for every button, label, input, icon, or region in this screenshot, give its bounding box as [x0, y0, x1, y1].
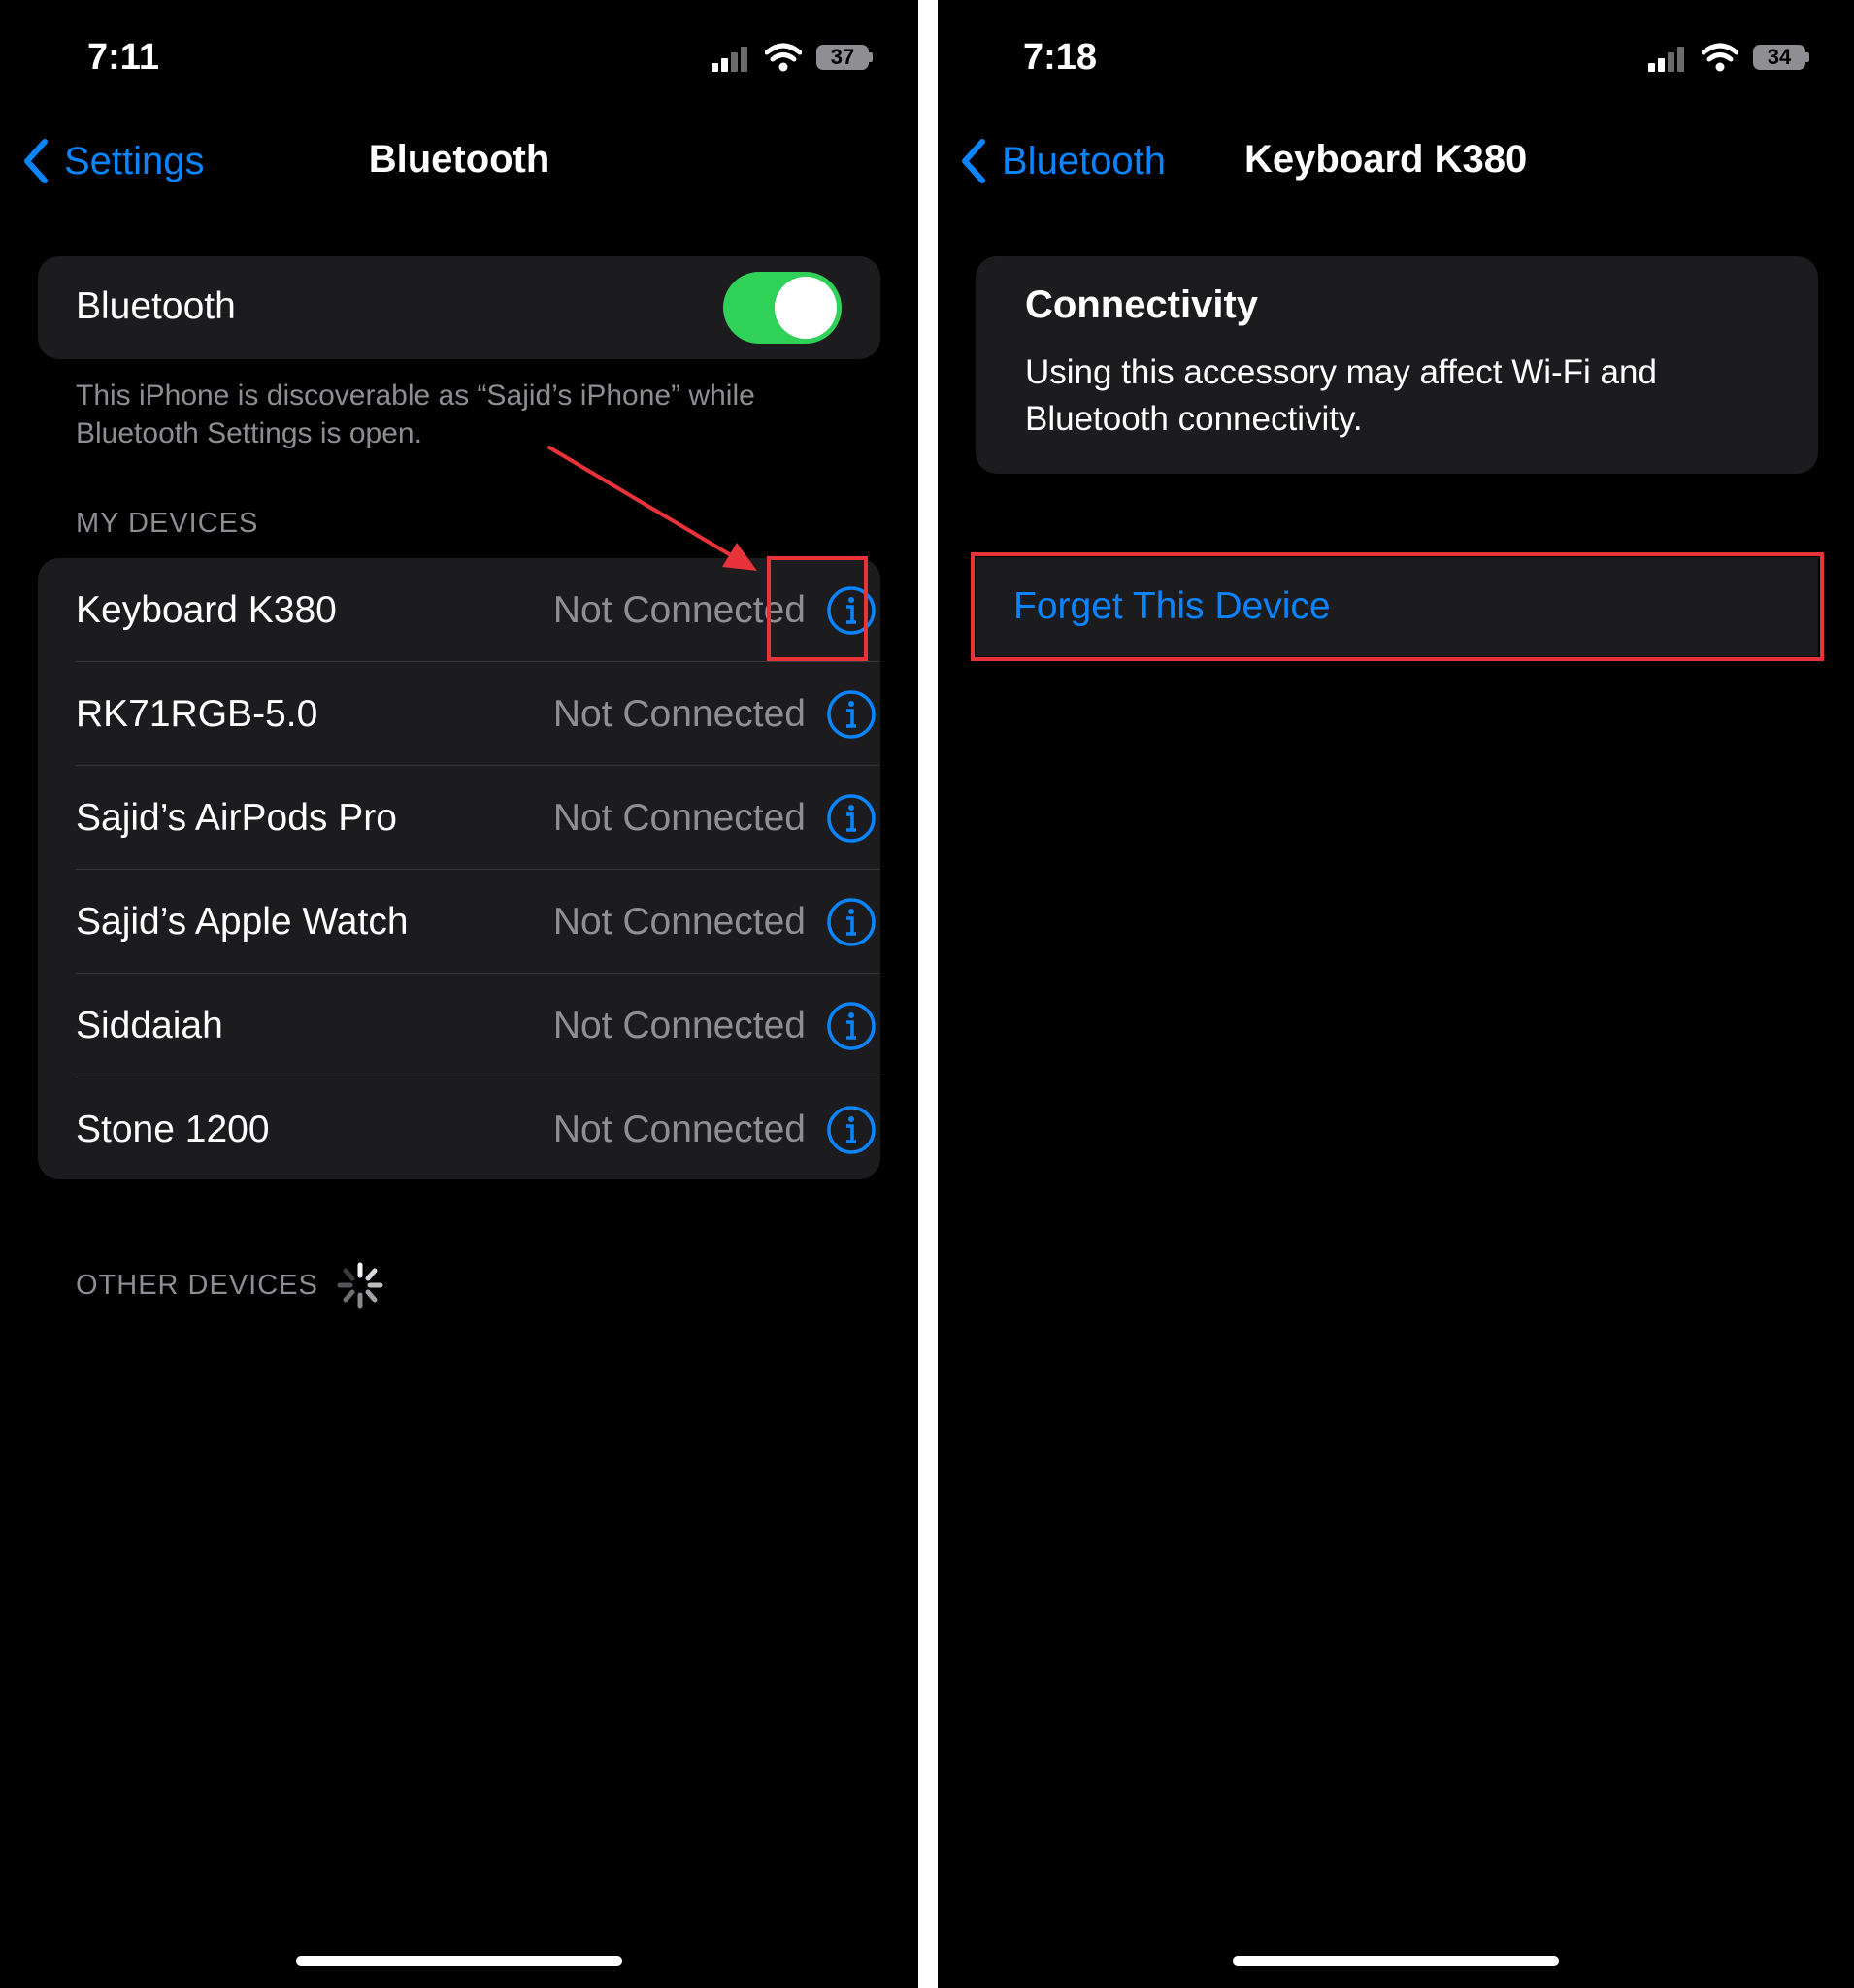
bluetooth-toggle-card: Bluetooth — [38, 256, 880, 359]
page-title: Bluetooth — [368, 138, 550, 181]
other-devices-header: OTHER DEVICES — [76, 1270, 318, 1301]
bluetooth-label: Bluetooth — [76, 285, 236, 327]
page-title: Keyboard K380 — [1244, 138, 1528, 181]
device-status: Not Connected — [552, 797, 806, 839]
connectivity-description: Using this accessory may affect Wi-Fi an… — [1025, 353, 1657, 438]
home-indicator — [296, 1956, 622, 1966]
device-status: Not Connected — [552, 1005, 806, 1046]
wifi-icon — [1702, 43, 1738, 72]
device-name: Siddaiah — [76, 1005, 223, 1046]
device-row-airpods-pro[interactable]: Sajid’s AirPods Pro Not Connected — [38, 766, 880, 870]
info-icon[interactable] — [826, 1001, 877, 1051]
info-icon[interactable] — [826, 793, 877, 844]
chevron-left-icon — [962, 139, 985, 183]
battery-icon: 37 — [816, 45, 873, 70]
back-label: Settings — [64, 139, 205, 182]
status-time: 7:18 — [1023, 37, 1098, 78]
info-icon[interactable] — [826, 1105, 877, 1155]
device-row-stone-1200[interactable]: Stone 1200 Not Connected — [38, 1077, 880, 1179]
connectivity-title: Connectivity — [1025, 283, 1259, 326]
device-name: RK71RGB-5.0 — [76, 693, 318, 735]
device-name: Keyboard K380 — [76, 589, 337, 631]
device-status: Not Connected — [552, 693, 806, 735]
device-detail-screen: 7:18 34 Bluetooth Keyboard K380 Connecti… — [938, 0, 1854, 1988]
cellular-signal-icon — [1648, 45, 1684, 72]
toggle-knob — [775, 277, 837, 339]
my-devices-list: Keyboard K380 Not Connected RK71RGB-5.0 … — [38, 558, 880, 1179]
chevron-left-icon — [24, 139, 48, 183]
home-indicator — [1233, 1956, 1559, 1966]
wifi-icon — [765, 43, 802, 72]
battery-level: 37 — [816, 45, 869, 70]
device-name: Sajid’s Apple Watch — [76, 901, 409, 943]
device-name: Sajid’s AirPods Pro — [76, 797, 397, 839]
spinner-icon — [337, 1262, 383, 1309]
battery-icon: 34 — [1753, 45, 1809, 70]
device-row-rk71rgb[interactable]: RK71RGB-5.0 Not Connected — [38, 662, 880, 766]
cellular-signal-icon — [712, 45, 747, 72]
back-button[interactable]: Settings — [21, 138, 205, 184]
back-button[interactable]: Bluetooth — [959, 138, 1166, 184]
my-devices-header: MY DEVICES — [76, 508, 259, 539]
device-name: Stone 1200 — [76, 1109, 270, 1150]
device-status: Not Connected — [552, 901, 806, 943]
annotation-highlight-box — [971, 552, 1824, 661]
status-time: 7:11 — [87, 37, 159, 78]
device-status: Not Connected — [552, 1109, 806, 1150]
device-row-apple-watch[interactable]: Sajid’s Apple Watch Not Connected — [38, 870, 880, 974]
device-row-siddaiah[interactable]: Siddaiah Not Connected — [38, 974, 880, 1077]
bluetooth-toggle[interactable] — [723, 272, 842, 344]
connectivity-card: Connectivity Using this accessory may af… — [976, 256, 1818, 474]
annotation-highlight-box — [767, 556, 868, 661]
battery-level: 34 — [1753, 45, 1805, 70]
bluetooth-settings-screen: 7:11 37 Settings Bluetooth Bluetooth Thi… — [0, 0, 918, 1988]
annotation-arrow — [547, 446, 757, 571]
info-icon[interactable] — [826, 897, 877, 947]
back-label: Bluetooth — [1002, 139, 1167, 182]
info-icon[interactable] — [826, 689, 877, 740]
